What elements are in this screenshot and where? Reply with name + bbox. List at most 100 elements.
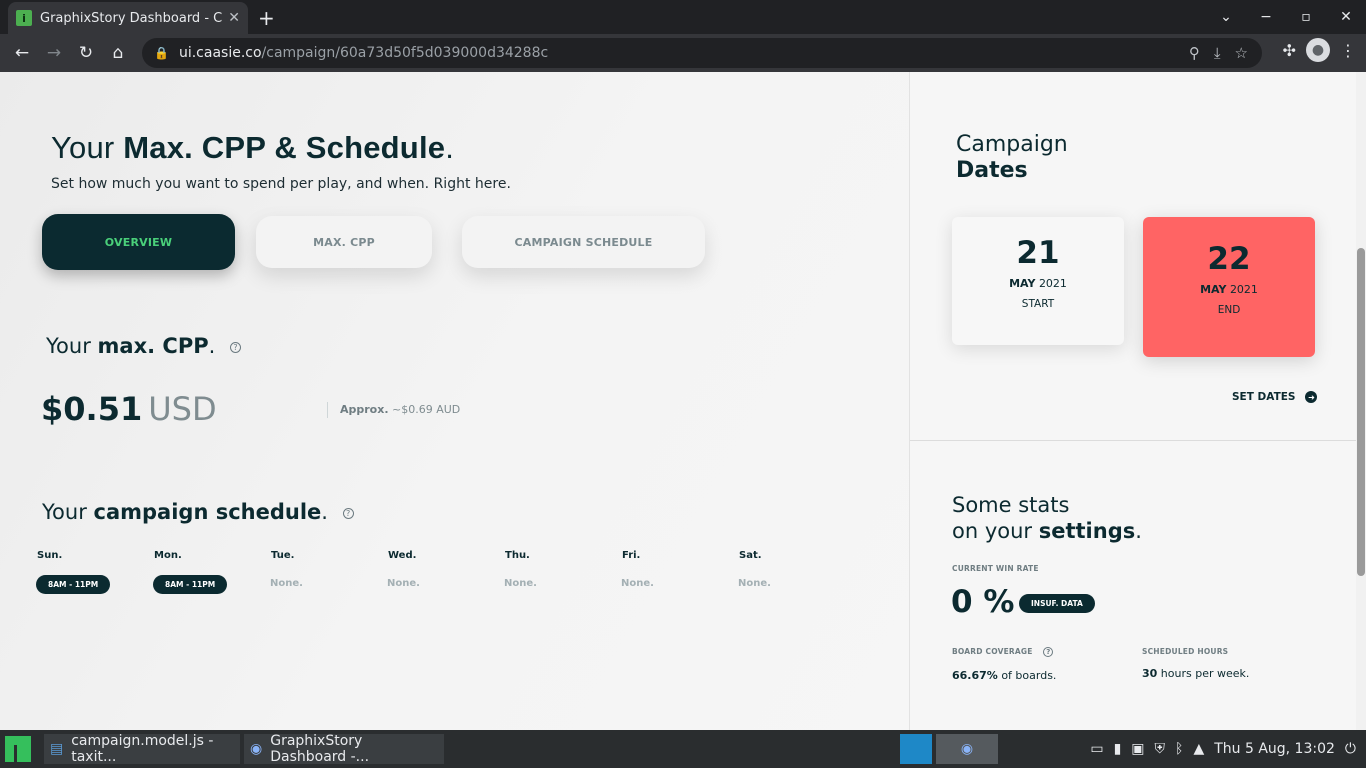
workspace-1-icon[interactable] [900,734,932,764]
board-coverage-value: 66.67% of boards. [952,669,1056,682]
profile-avatar-icon[interactable]: ● [1306,38,1330,62]
forward-icon[interactable]: → [38,43,70,63]
day-name: Wed. [388,550,417,561]
day-sun: Sun. 8AM - 11PM [36,550,146,594]
cpp-help-icon[interactable]: ? [229,341,241,353]
main-panel: Your Max. CPP & Schedule. Set how much y… [0,72,909,730]
divider [910,440,1356,441]
dates-title: Campaign Dates [956,132,1068,184]
taskbar-item-browser[interactable]: ◉ GraphixStory Dashboard -... [244,733,444,765]
chrome-icon: ◉ [250,741,263,757]
tab-overview[interactable]: OVERVIEW [42,214,235,270]
start-menu-icon[interactable] [5,736,31,762]
end-date-card: 22 MAY 2021 END [1143,217,1315,357]
schedule-days: Sun. 8AM - 11PM Mon. 8AM - 11PM Tue. Non… [36,550,856,610]
day-none: None. [387,578,420,589]
day-slot: 8AM - 11PM [36,575,111,594]
day-thu: Thu. None. [504,550,614,589]
location-icon[interactable]: ⚲ [1189,44,1200,62]
day-name: Mon. [154,550,182,561]
schedule-help-icon[interactable]: ? [342,507,354,519]
cpp-heading-suffix: . [208,334,216,358]
scheduled-hours-suffix: hours per week. [1157,667,1250,680]
bluetooth-icon[interactable]: ᛒ [1175,741,1183,757]
page-content: Your Max. CPP & Schedule. Set how much y… [0,72,1356,730]
page-subtitle: Set how much you want to spend per play,… [51,176,511,192]
dates-title-line2: Dates [956,158,1028,183]
start-year: 2021 [1038,277,1067,290]
back-icon[interactable]: ← [6,43,38,63]
cpp-currency: USD [148,390,217,428]
bookmark-star-icon[interactable]: ☆ [1235,44,1248,62]
end-month: MAY [1200,283,1227,296]
board-coverage-suffix: of boards. [997,669,1057,682]
cpp-price: $0.51 USD [41,390,217,428]
stats-title: Some stats on your settings. [952,492,1142,544]
clock[interactable]: Thu 5 Aug, 13:02 [1214,741,1335,757]
arrow-right-icon: ➜ [1305,391,1318,403]
install-icon[interactable]: ⤓ [1214,44,1221,62]
notification-icon[interactable]: ▲ [1193,741,1204,757]
day-name: Sat. [739,550,762,561]
site-favicon-icon: i [16,10,32,26]
extensions-icon[interactable]: ✣ [1283,41,1296,60]
day-name: Fri. [622,550,641,561]
coverage-help-icon[interactable]: ? [1043,647,1054,657]
network-icon[interactable]: ▮ [1114,741,1122,757]
shield-icon[interactable]: ⛨ [1155,741,1166,757]
url-path: /campaign/60a73d50f5d039000d34288c [261,45,549,61]
day-none: None. [738,578,771,589]
browser-toolbar: ← → ↻ ⌂ 🔒 ui.caasie.co /campaign/60a73d5… [0,34,1366,72]
schedule-heading-prefix: Your [42,500,94,524]
tab-campaign-schedule[interactable]: CAMPAIGN SCHEDULE [462,216,705,268]
logout-icon[interactable]: ⏻ [1345,741,1356,757]
maximize-icon[interactable]: ▫ [1286,9,1326,25]
address-bar[interactable]: 🔒 ui.caasie.co /campaign/60a73d50f5d0390… [142,38,1262,68]
clipboard-icon[interactable]: ▣ [1131,741,1144,757]
day-sat: Sat. None. [738,550,848,589]
editor-icon: ▤ [50,741,64,757]
set-dates-button[interactable]: SET DATES ➜ [1232,391,1318,403]
day-name: Thu. [505,550,530,561]
end-day: 22 [1207,241,1251,277]
tab-search-icon[interactable]: ⌄ [1206,9,1246,25]
start-day: 21 [1016,235,1060,271]
day-slot: 8AM - 11PM [153,575,228,594]
browser-tab[interactable]: i GraphixStory Dashboard - CA ✕ [8,2,248,34]
tab-title: GraphixStory Dashboard - CA [40,10,223,26]
day-none: None. [621,578,654,589]
workspace-2-icon[interactable]: ◉ [936,734,998,764]
home-icon[interactable]: ⌂ [102,43,134,63]
minimize-icon[interactable]: − [1246,9,1286,25]
win-rate-label: CURRENT WIN RATE [952,564,1039,573]
cpp-heading-prefix: Your [46,334,98,358]
cpp-heading: Your max. CPP. ? [46,334,241,358]
close-tab-icon[interactable]: ✕ [228,10,240,26]
menu-icon[interactable]: ⋮ [1340,41,1356,60]
close-window-icon[interactable]: ✕ [1326,9,1366,25]
page-title: Your Max. CPP & Schedule. [51,130,454,166]
reload-icon[interactable]: ↻ [70,43,102,63]
os-taskbar: ▤ campaign.model.js - taxit... ◉ Graphix… [0,730,1366,768]
tab-max-cpp[interactable]: MAX. CPP [256,216,432,268]
day-none: None. [270,578,303,589]
page-scrollbar[interactable] [1356,72,1366,730]
new-tab-icon[interactable]: + [258,6,275,30]
terminal-icon[interactable]: ▭ [1090,741,1103,757]
start-month-year: MAY 2021 [952,277,1124,290]
day-wed: Wed. None. [387,550,497,589]
side-panel: Campaign Dates 21 MAY 2021 START 22 MAY … [909,72,1356,730]
start-label: START [1021,298,1055,310]
schedule-heading: Your campaign schedule. ? [42,500,354,524]
taskbar-item-editor[interactable]: ▤ campaign.model.js - taxit... [44,733,240,765]
stats-title-line2-suffix: . [1135,519,1142,543]
day-name: Tue. [271,550,295,561]
system-tray: ▭ ▮ ▣ ⛨ ᛒ ▲ Thu 5 Aug, 13:02 ⏻ [1090,730,1356,768]
win-rate-value: 0 % [951,584,1015,620]
url-host: ui.caasie.co [178,45,262,61]
start-date-card: 21 MAY 2021 START [952,217,1124,345]
lock-icon[interactable]: 🔒 [154,46,169,60]
page-title-suffix: . [445,130,455,165]
scrollbar-thumb[interactable] [1357,248,1365,576]
scheduled-hours-number: 30 [1142,667,1158,680]
